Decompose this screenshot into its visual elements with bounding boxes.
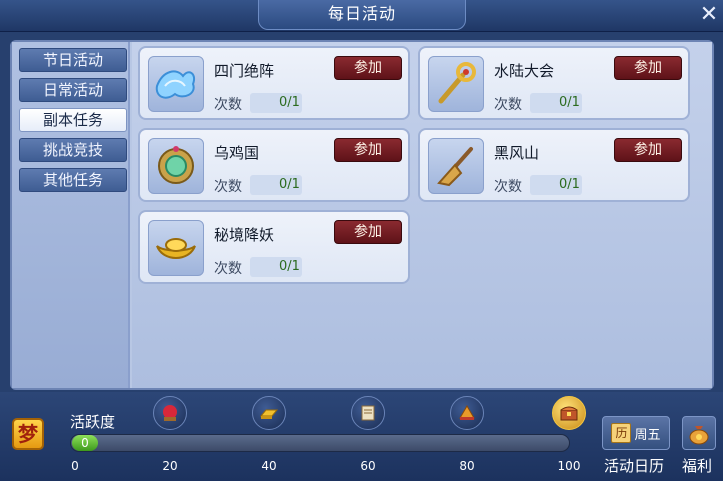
count-label: 次数	[214, 179, 242, 195]
join-button[interactable]: 参加	[334, 56, 402, 80]
count-value: 0/1	[279, 259, 300, 274]
count-value: 0/1	[279, 177, 300, 192]
activity-card: 乌鸡国 参加 次数 0/1	[138, 128, 410, 202]
broom-icon	[428, 138, 484, 194]
count-label: 次数	[214, 97, 242, 113]
activity-name: 四门绝阵	[214, 62, 275, 80]
jade-mirror-icon	[148, 138, 204, 194]
activity-name: 黑风山	[494, 144, 540, 162]
progress-tick: 0	[71, 459, 79, 473]
money-bag-icon	[689, 426, 709, 445]
activity-list: 四门绝阵 参加 次数 0/1 水陆大会 参加 次数 0/1 乌鸡国 参加 次数 …	[132, 42, 712, 388]
dream-icon[interactable]: 梦	[12, 418, 44, 450]
calendar-icon: 历	[611, 423, 632, 443]
red-orb-icon[interactable]	[153, 396, 187, 430]
treasure-icon[interactable]	[450, 396, 484, 430]
progress-tick: 100	[557, 459, 581, 473]
scroll-icon[interactable]	[351, 396, 385, 430]
welfare-label: 福利	[682, 457, 713, 475]
calendar-label: 活动日历	[604, 457, 665, 475]
activity-progress-bar	[70, 434, 570, 452]
activity-name: 秘境降妖	[214, 226, 275, 244]
welfare-button[interactable]	[682, 416, 716, 450]
sidebar: 节日活动 日常活动 副本任务 挑战竞技 其他任务	[12, 42, 130, 388]
blue-crystal-icon	[148, 56, 204, 112]
chest-icon[interactable]	[552, 396, 586, 430]
progress-tick: 40	[261, 459, 277, 473]
progress-tick: 80	[459, 459, 475, 473]
activity-name: 水陆大会	[494, 62, 555, 80]
sidebar-item-challenge[interactable]: 挑战竞技	[19, 138, 127, 162]
count-label: 次数	[494, 179, 522, 195]
activity-progress-value: 0	[72, 435, 98, 451]
count-value: 0/1	[559, 95, 580, 110]
activity-card: 四门绝阵 参加 次数 0/1	[138, 46, 410, 120]
count-value: 0/1	[279, 95, 300, 110]
calendar-day: 周五	[634, 427, 661, 443]
title-bar: 每日活动 ✕	[0, 0, 723, 32]
count-label: 次数	[214, 261, 242, 277]
sidebar-item-other[interactable]: 其他任务	[19, 168, 127, 192]
sidebar-item-festival[interactable]: 节日活动	[19, 48, 127, 72]
count-label: 次数	[494, 97, 522, 113]
window-title: 每日活动	[258, 0, 466, 30]
activity-meter-label: 活跃度	[70, 413, 116, 431]
close-icon[interactable]: ✕	[696, 2, 722, 28]
gold-ingot-icon	[148, 220, 204, 276]
activity-panel: 节日活动 日常活动 副本任务 挑战竞技 其他任务 四门绝阵 参加 次数 0/1	[10, 40, 714, 390]
progress-tick: 60	[360, 459, 376, 473]
sidebar-item-dungeon[interactable]: 副本任务	[19, 108, 127, 132]
progress-tick: 20	[162, 459, 178, 473]
gold-bar-icon[interactable]	[252, 396, 286, 430]
join-button[interactable]: 参加	[334, 138, 402, 162]
join-button[interactable]: 参加	[614, 56, 682, 80]
join-button[interactable]: 参加	[614, 138, 682, 162]
activity-card: 黑风山 参加 次数 0/1	[418, 128, 690, 202]
activity-name: 乌鸡国	[214, 144, 260, 162]
activity-card: 水陆大会 参加 次数 0/1	[418, 46, 690, 120]
count-value: 0/1	[559, 177, 580, 192]
join-button[interactable]: 参加	[334, 220, 402, 244]
sidebar-item-daily[interactable]: 日常活动	[19, 78, 127, 102]
golden-staff-icon	[428, 56, 484, 112]
activity-calendar-button[interactable]: 历 周五	[602, 416, 670, 450]
activity-card: 秘境降妖 参加 次数 0/1	[138, 210, 410, 284]
